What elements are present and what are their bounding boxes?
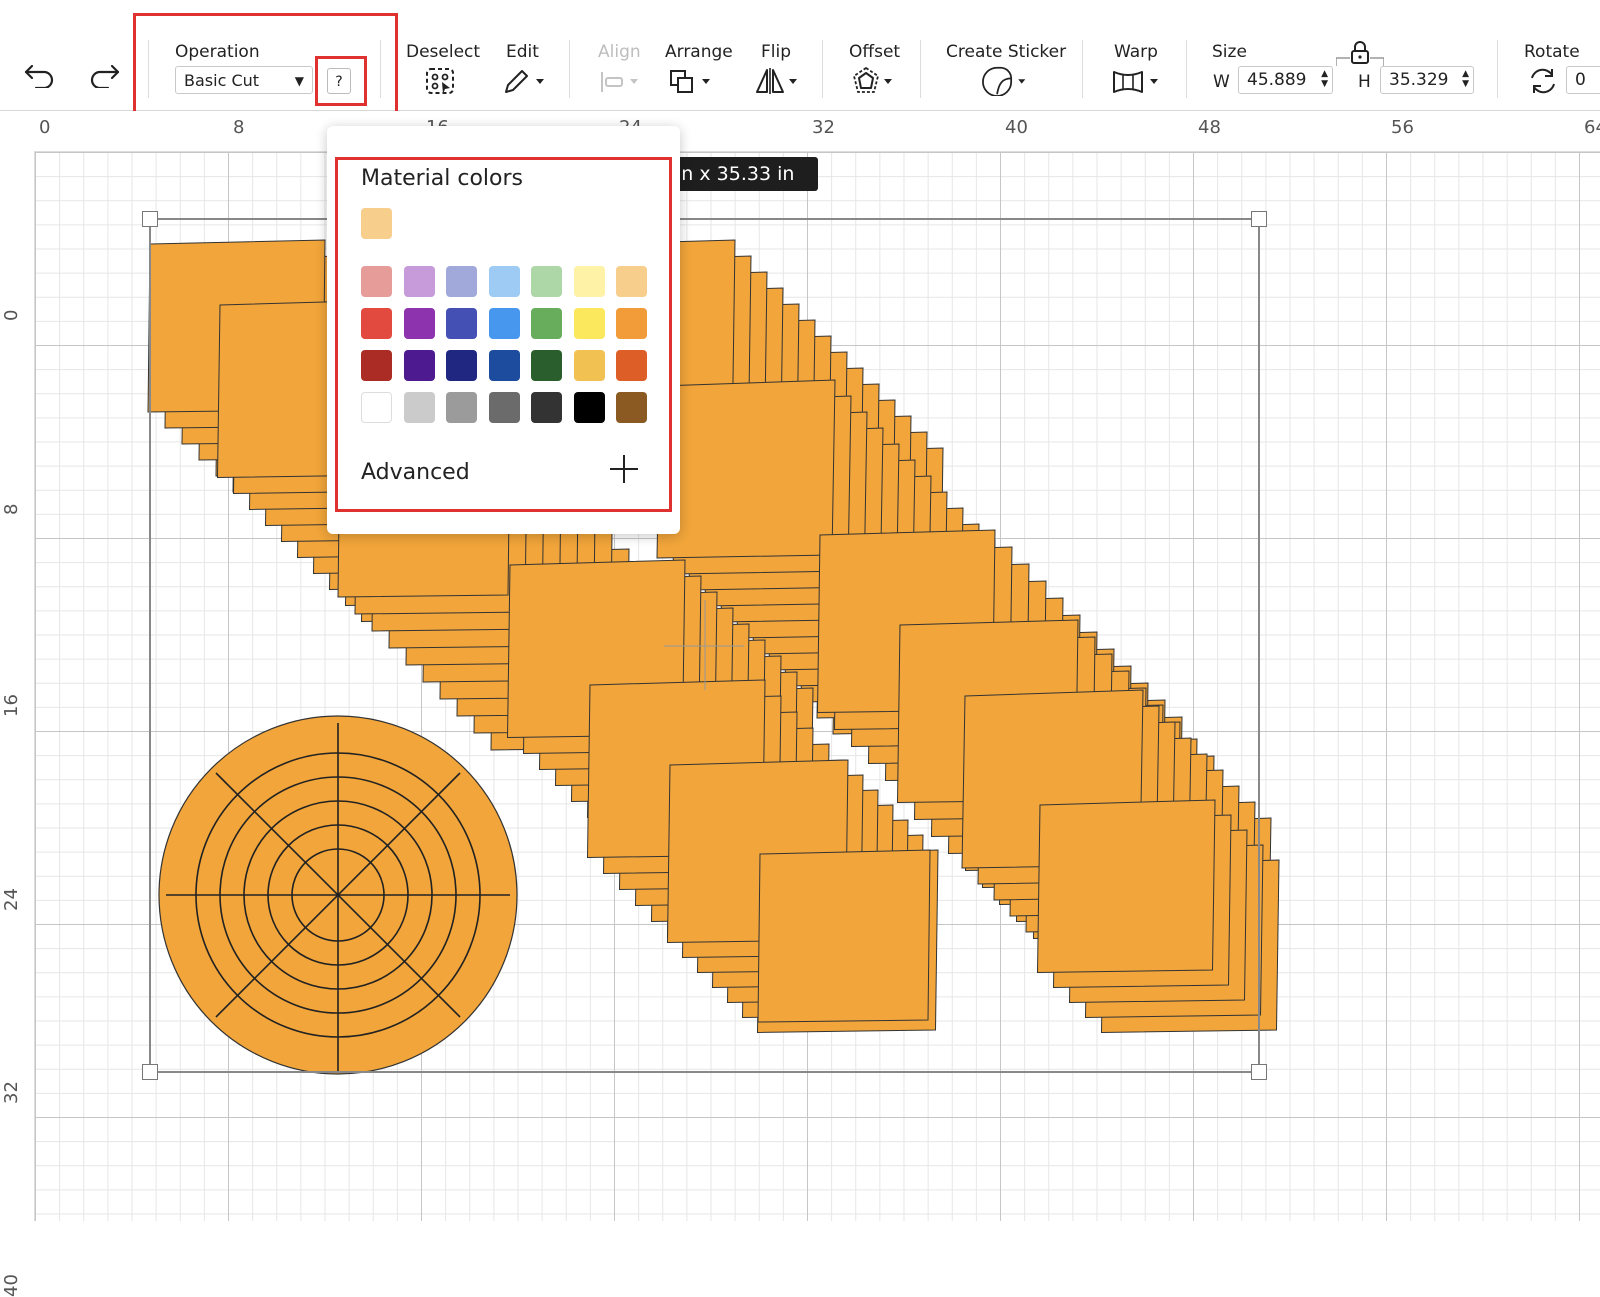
color-swatch[interactable]	[403, 308, 435, 339]
add-color-icon[interactable]	[607, 452, 641, 486]
color-swatch[interactable]	[616, 350, 647, 381]
color-swatch[interactable]	[361, 392, 392, 423]
color-swatch[interactable]	[446, 392, 477, 423]
color-swatch[interactable]	[361, 350, 392, 381]
resize-handle-top-right[interactable]	[1251, 211, 1267, 227]
color-swatch[interactable]	[446, 266, 477, 297]
resize-handle-bottom-left[interactable]	[142, 1064, 158, 1080]
color-swatch[interactable]	[616, 392, 647, 423]
color-swatch[interactable]	[403, 392, 435, 423]
target-circle[interactable]	[158, 715, 518, 1075]
cut-square[interactable]	[757, 849, 931, 1023]
color-swatch[interactable]	[616, 266, 647, 297]
ruler-tick-label: 40	[1, 1274, 22, 1297]
current-color-swatch[interactable]	[361, 208, 392, 239]
color-swatch[interactable]	[573, 392, 605, 423]
color-swatch[interactable]	[446, 350, 477, 381]
color-swatch[interactable]	[616, 308, 647, 339]
color-swatch[interactable]	[531, 266, 562, 297]
resize-handle-bottom-right[interactable]	[1251, 1064, 1267, 1080]
advanced-label[interactable]: Advanced	[361, 460, 470, 485]
color-swatch[interactable]	[403, 266, 435, 297]
cut-square[interactable]	[656, 379, 836, 559]
cut-square[interactable]	[1036, 799, 1216, 974]
color-swatch[interactable]	[573, 350, 605, 381]
color-swatch[interactable]	[488, 392, 520, 423]
color-swatch[interactable]	[361, 266, 392, 297]
resize-handle-top-left[interactable]	[142, 211, 158, 227]
popup-title: Material colors	[361, 166, 524, 191]
color-swatch[interactable]	[573, 266, 605, 297]
color-swatch[interactable]	[403, 350, 435, 381]
color-swatch[interactable]	[573, 308, 605, 339]
color-swatch[interactable]	[531, 308, 562, 339]
color-swatch[interactable]	[361, 308, 392, 339]
color-swatch[interactable]	[488, 308, 520, 339]
color-picker-popup: Material colors Advanced	[327, 126, 680, 534]
color-swatch[interactable]	[531, 350, 562, 381]
color-swatch[interactable]	[531, 392, 562, 423]
color-swatch[interactable]	[488, 350, 520, 381]
color-swatch[interactable]	[488, 266, 520, 297]
color-swatch[interactable]	[446, 308, 477, 339]
